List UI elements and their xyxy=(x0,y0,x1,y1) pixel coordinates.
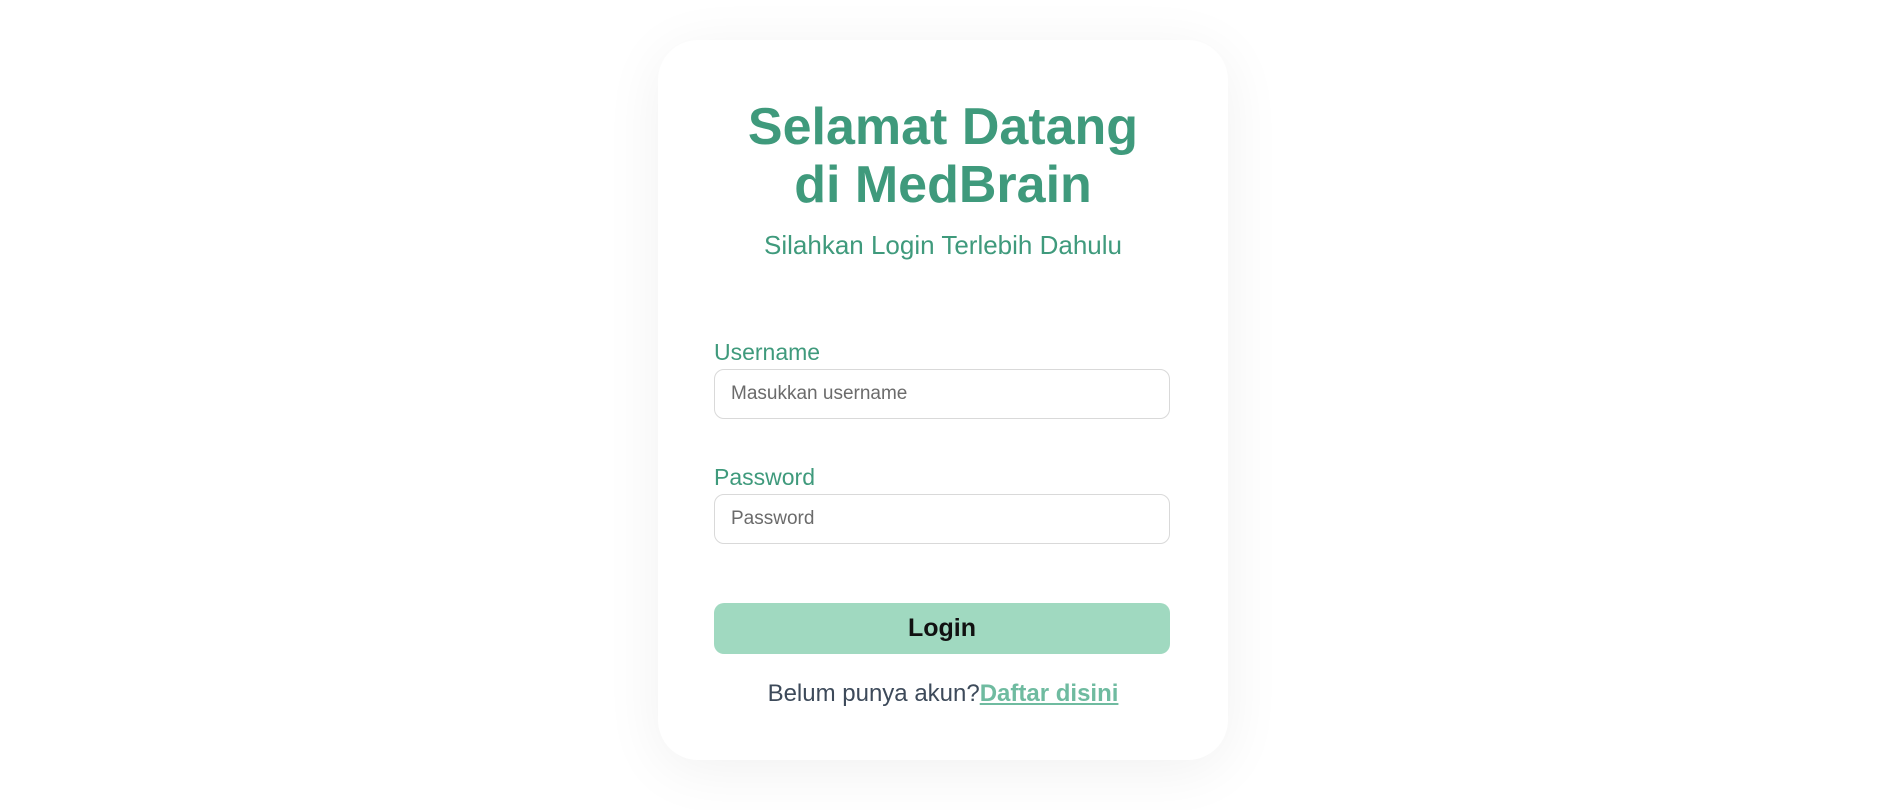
page-title: Selamat Datang di MedBrain xyxy=(0,98,1886,214)
password-input[interactable] xyxy=(714,494,1170,544)
login-button[interactable]: Login xyxy=(714,603,1170,654)
username-input[interactable] xyxy=(714,369,1170,419)
register-prompt: Belum punya akun?Daftar disini xyxy=(0,680,1886,708)
title-line-2: di MedBrain xyxy=(794,156,1092,214)
password-label: Password xyxy=(714,464,815,490)
title-line-1: Selamat Datang xyxy=(747,98,1139,156)
page-subtitle: Silahkan Login Terlebih Dahulu xyxy=(764,230,1122,260)
login-page: Selamat Datang di MedBrain Silahkan Logi… xyxy=(0,0,1886,810)
register-link[interactable]: Daftar disini xyxy=(980,680,1119,707)
username-label: Username xyxy=(714,339,821,365)
register-text: Belum punya akun? xyxy=(767,680,980,707)
